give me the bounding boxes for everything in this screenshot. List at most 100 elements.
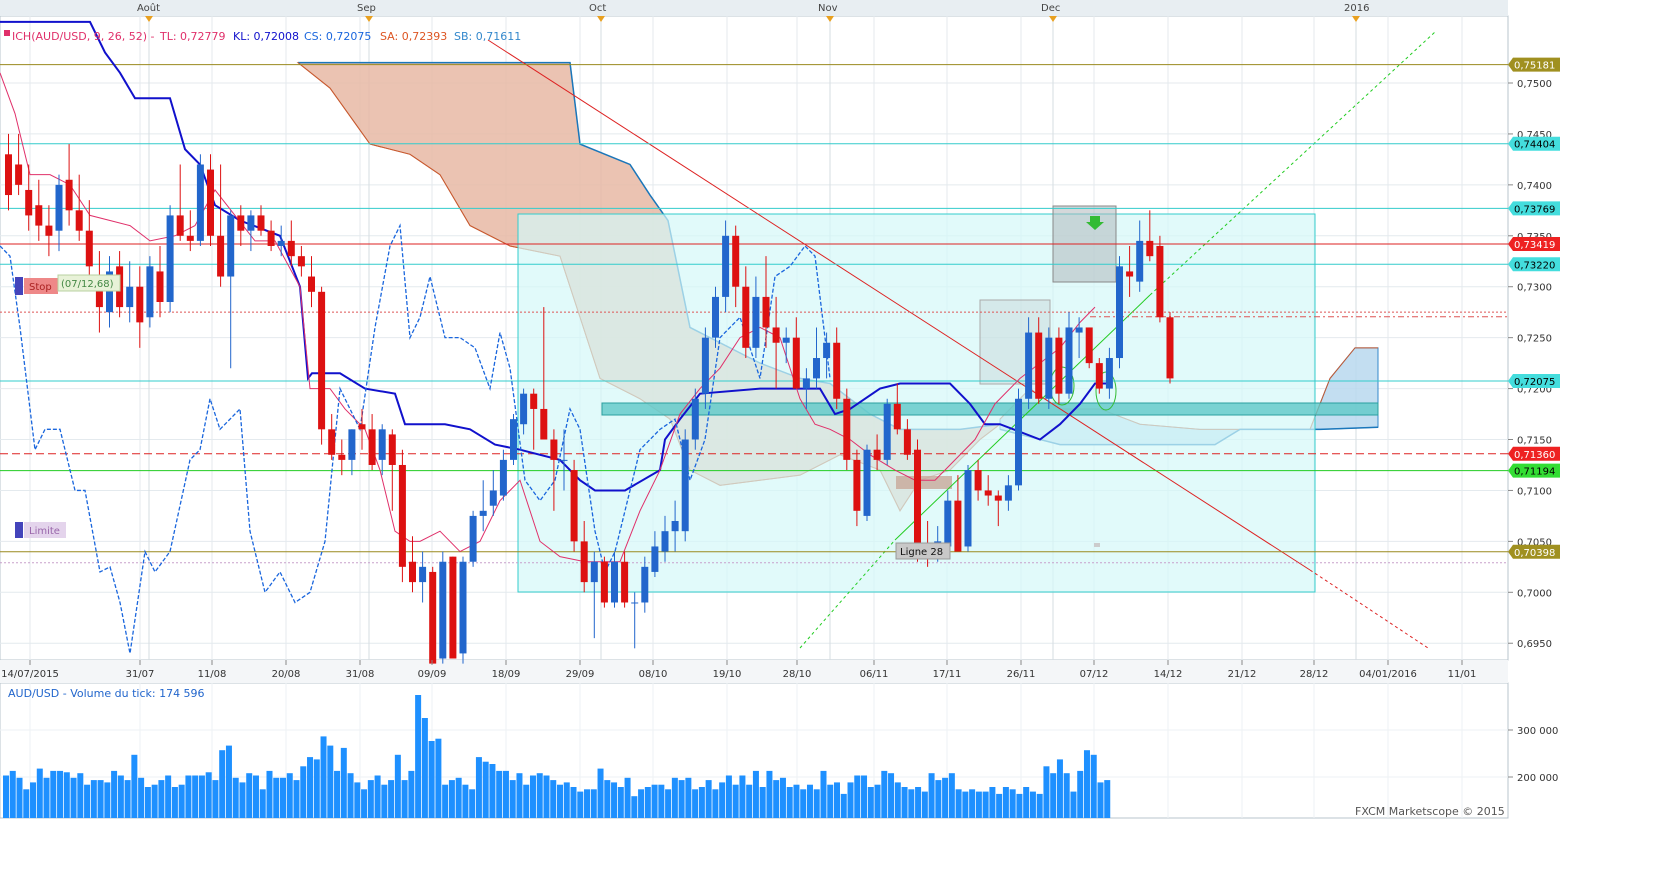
volume-bar-53 [361, 789, 368, 818]
volume-bar-71 [482, 761, 489, 818]
volume-bar-141 [955, 789, 962, 818]
candle-body-73 [742, 286, 750, 348]
candle-body-87 [883, 403, 891, 460]
candle-body-7 [75, 210, 83, 231]
volume-bar-126 [854, 775, 861, 818]
candle-body-54 [550, 439, 558, 460]
candle-body-44 [449, 556, 457, 659]
volume-bar-40 [273, 777, 280, 818]
volume-bar-158 [1070, 791, 1077, 818]
candle-body-98 [994, 495, 1002, 501]
y-tick-label-11: 0,6950 [1517, 639, 1552, 650]
price-tag-0: 0,75181 [1514, 61, 1555, 72]
volume-bar-56 [381, 784, 388, 818]
candle-body-60 [611, 561, 618, 603]
volume-bar-143 [969, 789, 976, 818]
volume-bar-17 [117, 775, 124, 818]
volume-bar-86 [584, 789, 591, 818]
volume-bar-25 [171, 787, 178, 818]
candle-45 [459, 556, 467, 664]
volume-bar-4 [30, 782, 37, 818]
candle-body-74 [752, 296, 760, 348]
volume-bar-84 [570, 787, 577, 818]
candle-body-61 [621, 561, 629, 603]
candle-59 [600, 556, 608, 608]
ligne-label: Ligne 28 [900, 547, 943, 558]
volume-bar-83 [563, 782, 570, 818]
readout-kl: KL: 0,72008 [233, 30, 299, 43]
price-tag-7: 0,71194 [1514, 467, 1555, 478]
volume-bar-73 [496, 770, 503, 818]
volume-bar-72 [489, 764, 496, 818]
volume-bar-123 [834, 782, 840, 818]
candle-46 [469, 510, 477, 567]
volume-bar-93 [631, 796, 638, 818]
volume-bar-145 [982, 791, 989, 818]
candle-body-99 [1004, 485, 1012, 501]
volume-bar-102 [692, 789, 699, 818]
candle-body-108 [1095, 363, 1103, 389]
x-tick-label-18: 04/01/2016 [1359, 669, 1417, 680]
volume-bar-163 [1104, 780, 1111, 818]
candle-body-86 [873, 449, 881, 460]
candle-body-75 [762, 296, 770, 328]
volume-bar-160 [1083, 750, 1090, 818]
y-tick-label-5: 0,7250 [1517, 334, 1552, 345]
month-label-2: Oct [589, 3, 606, 14]
indicator-readout: ICH(AUD/USD, 9, 26, 52) - TL: 0,72779 KL… [4, 30, 521, 43]
volume-bar-55 [374, 775, 381, 818]
candle-body-30 [308, 276, 315, 292]
candle-body-63 [641, 566, 649, 603]
volume-bar-109 [739, 775, 746, 818]
volume-bar-28 [192, 775, 199, 818]
candle-100 [1015, 388, 1022, 491]
candle-body-70 [712, 296, 719, 338]
candle-body-15 [156, 271, 164, 302]
y-tick-label-0: 0,7500 [1517, 79, 1552, 90]
volume-bar-70 [475, 757, 482, 818]
volume-bar-137 [928, 773, 935, 818]
candle-114 [1156, 235, 1164, 323]
candle-body-21 [217, 235, 225, 277]
volume-bar-122 [827, 784, 834, 818]
volume-bar-24 [165, 775, 172, 818]
volume-bar-36 [246, 773, 253, 818]
x-tick-label-13: 26/11 [1007, 669, 1036, 680]
x-tick-label-12: 17/11 [933, 669, 962, 680]
volume-bar-92 [624, 777, 631, 818]
candle-body-109 [1105, 358, 1113, 389]
candle-83 [843, 388, 851, 471]
candle-67 [681, 429, 689, 542]
limit-label: Limite [29, 526, 60, 537]
volume-bar-29 [198, 775, 205, 818]
candle-body-2 [25, 189, 33, 216]
candle-108 [1095, 358, 1103, 394]
candle-body-68 [691, 398, 699, 440]
candle-body-88 [893, 403, 901, 430]
volume-bar-65 [442, 784, 449, 818]
candle-body-83 [843, 398, 851, 460]
volume-bar-41 [280, 777, 286, 818]
volume-bar-98 [665, 789, 672, 818]
volume-bar-14 [97, 780, 104, 818]
volume-bar-21 [144, 787, 151, 818]
x-tick-label-4: 31/08 [346, 669, 375, 680]
stop-label: Stop [29, 282, 52, 293]
candle-body-85 [863, 449, 871, 516]
volume-bar-127 [861, 775, 868, 818]
volume-bar-39 [266, 770, 273, 818]
volume-bar-117 [793, 784, 800, 818]
chart-canvas[interactable]: Stop (07/12,68) Limite Ligne 28 Août Sep Oct N… [0, 0, 1663, 870]
volume-bar-90 [611, 782, 618, 818]
candle-body-16 [166, 215, 174, 302]
volume-bar-35 [239, 782, 246, 818]
candle-85 [863, 444, 871, 521]
price-tag-3: 0,73419 [1514, 240, 1555, 251]
volume-bar-139 [942, 777, 949, 818]
price-tag-2: 0,73769 [1514, 204, 1555, 215]
volume-bar-16 [111, 770, 118, 818]
volume-bar-11 [77, 773, 84, 818]
volume-bar-157 [1063, 773, 1070, 818]
x-tick-label-19: 11/01 [1448, 669, 1477, 680]
volume-bar-10 [70, 777, 77, 818]
